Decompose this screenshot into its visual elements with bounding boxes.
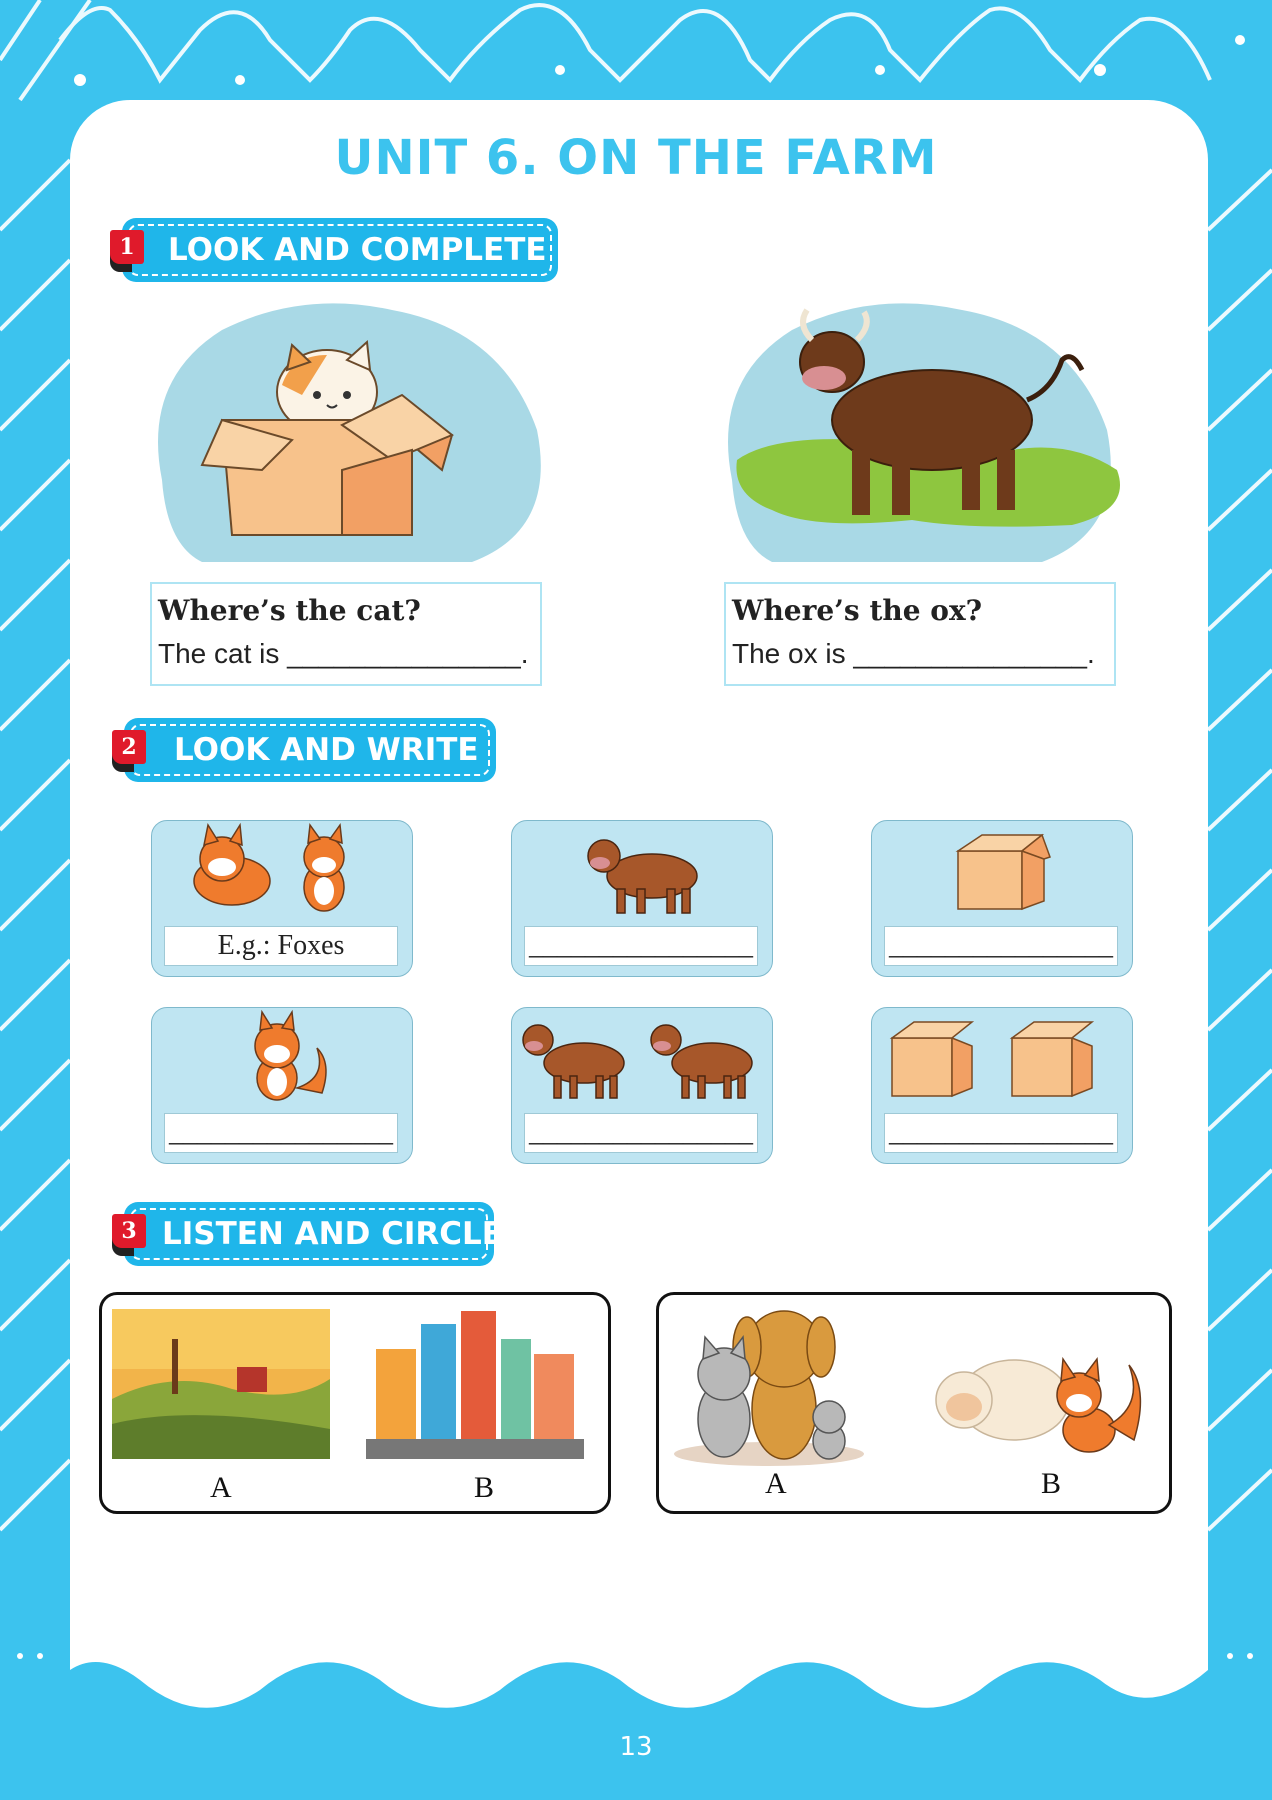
city-buildings-picture[interactable] bbox=[366, 1309, 584, 1459]
option-label-a[interactable]: A bbox=[765, 1467, 787, 1501]
circle-panel-places: A B bbox=[99, 1292, 611, 1514]
answer-slot[interactable]: ________________ bbox=[524, 1113, 758, 1153]
option-label-b[interactable]: B bbox=[474, 1471, 494, 1505]
option-label-b[interactable]: B bbox=[1041, 1467, 1061, 1501]
write-card-two-oxen: ________________ bbox=[511, 1007, 773, 1164]
answer-slot[interactable]: ________________ bbox=[884, 1113, 1118, 1153]
write-card-one-fox: ________________ bbox=[151, 1007, 413, 1164]
answer-slot[interactable]: ________________ bbox=[884, 926, 1118, 966]
worksheet-title: UNIT 6. ON THE FARM bbox=[334, 130, 938, 186]
cat-in-box-picture bbox=[158, 303, 541, 562]
two-foxes-picture bbox=[193, 822, 345, 912]
write-card-one-ox: ________________ bbox=[511, 820, 773, 977]
one-box-picture bbox=[955, 833, 1051, 911]
answer-slot[interactable]: ________________ bbox=[524, 926, 758, 966]
farm-landscape-picture[interactable] bbox=[112, 1309, 330, 1459]
write-card-two-boxes: ________________ bbox=[871, 1007, 1133, 1164]
write-card-one-box: ________________ bbox=[871, 820, 1133, 977]
question-text: Where’s the cat? bbox=[158, 594, 421, 627]
circle-panel-animals: A B bbox=[656, 1292, 1172, 1514]
question-box-cat: Where’s the cat? The cat is ____________… bbox=[150, 582, 542, 686]
cats-and-dog-picture[interactable] bbox=[669, 1299, 869, 1469]
one-fox-picture bbox=[254, 1009, 327, 1101]
scalloped-border bbox=[17, 1630, 1253, 1708]
question-text: Where’s the ox? bbox=[732, 594, 983, 627]
ox-on-grass-picture bbox=[728, 303, 1120, 562]
page-number: 13 bbox=[619, 1732, 653, 1762]
option-label-a[interactable]: A bbox=[210, 1471, 232, 1505]
section-title: LOOK AND WRITE bbox=[174, 732, 479, 768]
one-ox-picture bbox=[587, 839, 698, 914]
section-number-badge: 1 bbox=[110, 230, 144, 264]
answer-slot[interactable]: E.g.: Foxes bbox=[164, 926, 398, 966]
answer-slot[interactable]: ________________ bbox=[164, 1113, 398, 1153]
two-oxen-picture bbox=[522, 1024, 753, 1099]
section-3-header: 3 LISTEN AND CIRCLE bbox=[112, 1202, 503, 1266]
answer-blank[interactable]: The ox is _______________. bbox=[732, 638, 1095, 670]
answer-blank[interactable]: The cat is _______________. bbox=[158, 638, 529, 670]
two-boxes-picture bbox=[889, 1021, 1095, 1098]
section-2-header: 2 LOOK AND WRITE bbox=[112, 718, 496, 782]
sheep-and-fox-picture[interactable] bbox=[929, 1345, 1149, 1465]
question-box-ox: Where’s the ox? The ox is ______________… bbox=[724, 582, 1116, 686]
write-card-two-foxes: E.g.: Foxes bbox=[151, 820, 413, 977]
section-number-badge: 3 bbox=[112, 1214, 146, 1248]
section-title: LISTEN AND CIRCLE bbox=[162, 1216, 503, 1252]
section-number-badge: 2 bbox=[112, 730, 146, 764]
section-1-header: 1 LOOK AND COMPLETE bbox=[110, 218, 558, 282]
section-title: LOOK AND COMPLETE bbox=[168, 232, 547, 268]
